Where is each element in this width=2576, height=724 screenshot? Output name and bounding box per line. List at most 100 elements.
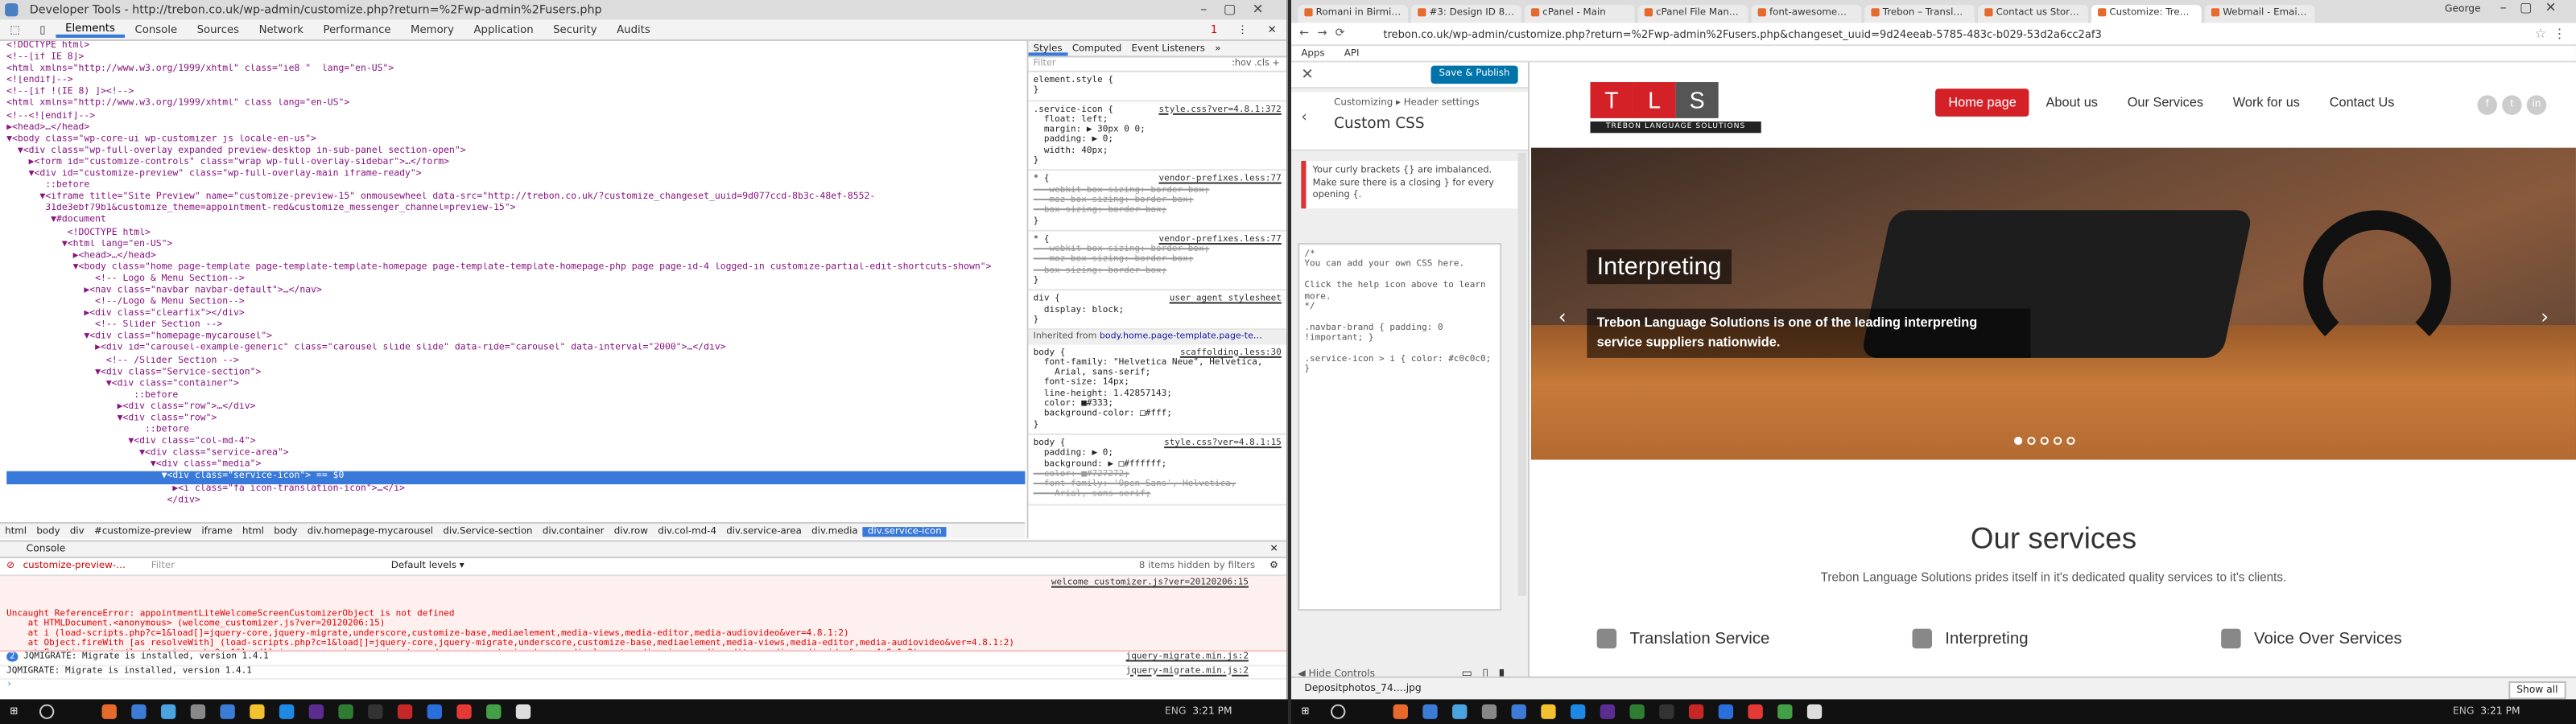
dom-node-line[interactable]: ▶<head>…</head> <box>6 251 1025 262</box>
profile-name[interactable]: George <box>2445 3 2481 14</box>
console-prompt[interactable]: › <box>0 680 1286 692</box>
tab-security[interactable]: Security <box>543 23 607 36</box>
taskbar-app-icon[interactable] <box>456 704 472 719</box>
dom-node-line[interactable]: ▼<iframe title="Site Preview" name="cust… <box>6 192 1025 204</box>
dom-node-line[interactable]: <!DOCTYPE html> <box>6 41 1025 52</box>
styles-toggles[interactable]: :hov .cls + <box>1232 57 1280 72</box>
tab-sources[interactable]: Sources <box>187 23 249 36</box>
taskbar-app-icon[interactable] <box>220 704 235 719</box>
search-icon[interactable] <box>39 704 55 719</box>
taskbar-app-icon[interactable] <box>1688 704 1704 719</box>
taskbar-app-icon[interactable] <box>1571 704 1586 719</box>
css-editor[interactable]: /* You can add your own CSS here. Click … <box>1298 243 1502 611</box>
dom-node-line[interactable]: ▼<div class="service-area"> <box>6 449 1025 460</box>
dom-node-line[interactable]: <!--<![endif]--> <box>6 111 1025 122</box>
device-icon[interactable]: ▯ <box>30 23 56 36</box>
publish-button[interactable]: Save & Publish <box>1430 65 1518 84</box>
console-context-select[interactable]: customize-preview-… <box>23 558 126 576</box>
taskbar-app-icon[interactable] <box>308 704 324 719</box>
browser-tab[interactable]: Romani in Birmi… <box>1298 5 1408 23</box>
tab-application[interactable]: Application <box>464 23 543 36</box>
dom-node-line[interactable]: ▶<form id="customize-controls" class="wr… <box>6 158 1025 169</box>
taskbar-app-icon[interactable] <box>1806 704 1823 719</box>
slider-next-icon[interactable]: › <box>2530 302 2560 332</box>
dom-node-line[interactable]: ▼<div class="homepage-mycarousel"> <box>6 332 1025 343</box>
dom-node-line[interactable]: <!-- Logo & Menu Section--> <box>6 274 1025 286</box>
taskbar-app-icon[interactable] <box>190 704 206 719</box>
dom-node-line[interactable]: <![endif]--> <box>6 76 1025 87</box>
css-property[interactable]: -moz-box-sizing: border-box; <box>1034 195 1282 206</box>
dom-node-line[interactable]: ▼<body class="home page-template page-te… <box>6 262 1025 274</box>
rule-source-link[interactable]: vendor-prefixes.less:77 <box>1158 175 1281 185</box>
error-count-badge[interactable]: 1 <box>1201 23 1228 36</box>
css-property[interactable]: background-color: □#fff; <box>1034 409 1282 420</box>
start-icon[interactable]: ⊞ <box>1301 699 1309 724</box>
nav-buttons[interactable]: ←→⟳ <box>1299 27 1353 39</box>
breadcrumb-item[interactable]: div.homepage-mycarousel <box>303 527 439 537</box>
taskbar-app-icon[interactable] <box>1422 704 1438 719</box>
window-controls[interactable]: –▢✕ <box>1200 0 1280 19</box>
start-icon[interactable]: ⊞ <box>10 699 18 724</box>
css-property[interactable]: } <box>1034 276 1282 286</box>
taskbar-app-icon[interactable] <box>1718 704 1734 719</box>
dom-node-line[interactable]: 31de3ebf79b1&customize_theme=appointment… <box>6 204 1025 216</box>
dom-node-line[interactable]: ▼<div class="service-icon"> == $0 <box>6 471 1026 484</box>
tab-memory[interactable]: Memory <box>401 23 464 36</box>
taskbar-app-icon[interactable] <box>515 704 531 719</box>
dom-node-line[interactable]: ▼<body class="wp-core-ui wp-customizer j… <box>6 134 1025 146</box>
breadcrumb-item[interactable]: #customize-preview <box>89 527 196 537</box>
dom-node-line[interactable]: ▼<div class="row"> <box>6 413 1025 425</box>
taskbar-app-icon[interactable] <box>1777 704 1793 719</box>
css-property[interactable]: color: ■#333; <box>1034 399 1282 409</box>
language-indicator[interactable]: ENG <box>2453 699 2474 724</box>
css-property[interactable]: color: ■#727272; <box>1034 469 1282 479</box>
css-property[interactable]: Arial, sans-serif; <box>1034 490 1282 500</box>
css-property[interactable]: -moz-box-sizing: border-box; <box>1034 255 1282 265</box>
log-source-link[interactable]: jquery-migrate.min.js:2 <box>1126 666 1249 678</box>
breadcrumb-item[interactable]: div.Service-section <box>438 527 538 537</box>
breadcrumb-item[interactable]: body <box>269 527 303 537</box>
service-interpreting[interactable]: Interpreting <box>1912 628 2029 649</box>
console-levels-select[interactable]: Default levels ▾ <box>391 558 464 576</box>
dom-node-line[interactable]: <!--[if !(IE 8) ]><!--> <box>6 88 1025 99</box>
dom-node-line[interactable]: ▶<nav class="navbar navbar-default">…</n… <box>6 286 1025 297</box>
browser-tab[interactable]: cPanel - Main <box>1524 5 1635 23</box>
tab-console[interactable]: Console <box>125 23 187 36</box>
tab-performance[interactable]: Performance <box>313 23 401 36</box>
url-input[interactable]: trebon.co.uk/wp-admin/customize.php?retu… <box>1383 27 2526 43</box>
breadcrumb-item[interactable]: html <box>0 527 31 537</box>
css-property[interactable]: padding: ▶ 0; <box>1034 449 1282 459</box>
browser-tab[interactable]: cPanel File Man… <box>1637 5 1748 23</box>
elements-tree[interactable]: <!DOCTYPE html> <!--[if IE 8]> <html xmlns… <box>0 41 1026 522</box>
tab-more[interactable]: » <box>1210 41 1225 56</box>
breadcrumb-item[interactable]: div.service-icon <box>862 527 947 537</box>
dom-node-line[interactable]: ▼<div class="wp-full-overlay expanded pr… <box>6 146 1025 157</box>
dom-node-line[interactable]: </div> <box>6 496 1025 507</box>
dom-node-line[interactable]: <html xmlns="http://www.w3.org/1999/xhtm… <box>6 99 1025 110</box>
dom-node-line[interactable]: ▼<div id="customize-preview" class="wp-f… <box>6 169 1025 180</box>
dom-breadcrumb[interactable]: html body div #customize-preview iframe html b… <box>0 521 1026 539</box>
inherited-from[interactable]: body.home.page-template.page-te… <box>1100 332 1262 342</box>
dom-node-line[interactable]: <html xmlns="http://www.w3.org/1999/xhtm… <box>6 64 1025 76</box>
breadcrumb-item[interactable]: html <box>237 527 269 537</box>
dom-node-line[interactable]: <!--/Logo & Menu Section--> <box>6 298 1025 309</box>
css-property[interactable]: box-sizing: border-box; <box>1034 265 1282 276</box>
breadcrumb-item[interactable]: div.service-area <box>721 527 807 537</box>
menu-item[interactable]: Our Services <box>2114 88 2216 117</box>
dom-node-line[interactable]: ▶<div id="carousel-example-generic" clas… <box>6 343 1025 355</box>
language-indicator[interactable]: ENG <box>1165 699 1186 724</box>
taskbar-app-icon[interactable] <box>368 704 383 719</box>
dom-node-line[interactable]: <!-- /Slider Section --> <box>6 356 1025 367</box>
taskbar-app-icon[interactable] <box>1452 704 1468 719</box>
tab-event-listeners[interactable]: Event Listeners <box>1126 41 1210 56</box>
rule-selector[interactable]: element.style { <box>1034 76 1282 86</box>
tab-audits[interactable]: Audits <box>607 23 660 36</box>
clear-console-icon[interactable]: ⊘ <box>6 558 14 576</box>
menu-item[interactable]: About us <box>2033 88 2111 117</box>
dom-node-line[interactable]: <!--[if IE 8]> <box>6 52 1025 64</box>
menu-item[interactable]: Home page <box>1935 88 2030 117</box>
rule-source-link[interactable]: scaffolding.less:30 <box>1180 348 1282 358</box>
css-property[interactable]: -webkit-box-sizing: border-box; <box>1034 185 1282 195</box>
css-property[interactable]: margin: ▶ 30px 0 0; <box>1034 125 1282 135</box>
css-property[interactable]: font-family: "Helvetica Neue", Helvetica… <box>1034 358 1282 368</box>
